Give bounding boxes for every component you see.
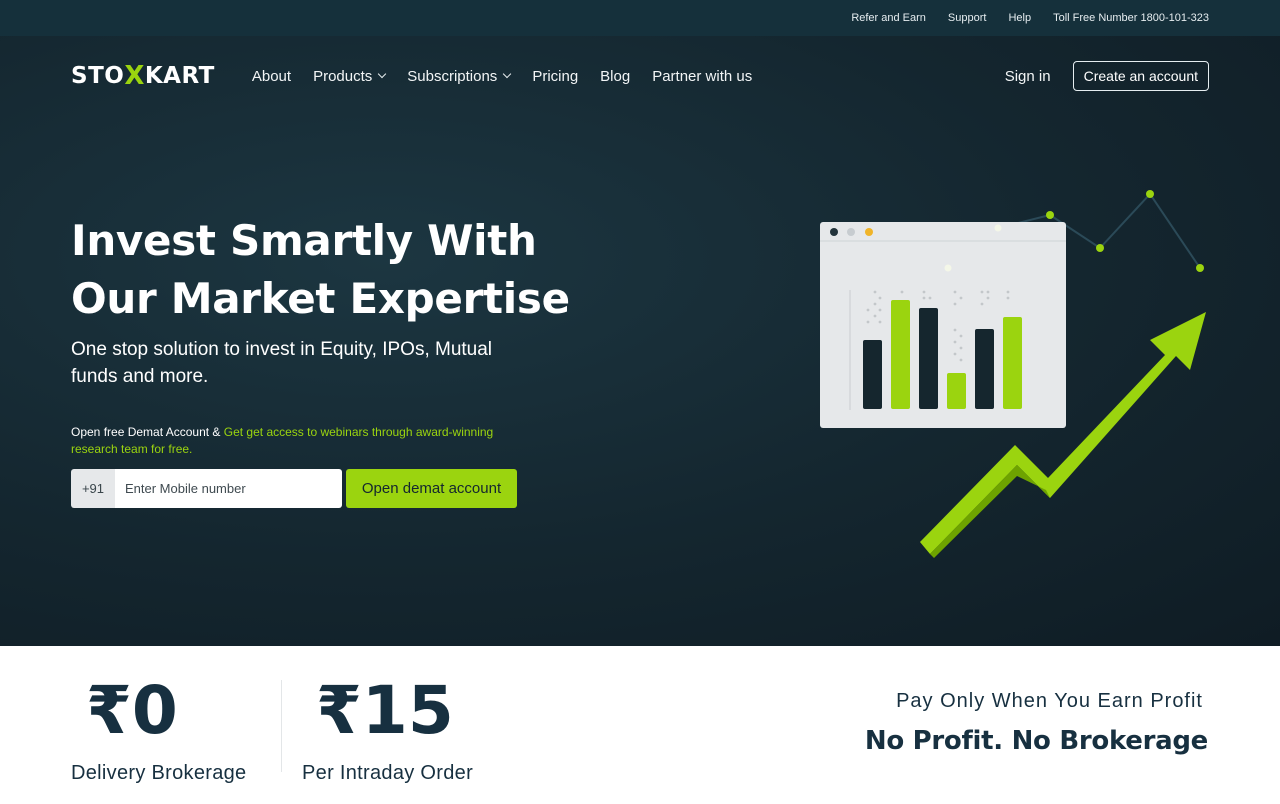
delivery-brokerage-label: Delivery Brokerage: [71, 762, 247, 784]
stoxkart-logo[interactable]: STO X KART: [71, 61, 215, 91]
hero-section: Refer and Earn Support Help Toll Free Nu…: [0, 0, 1280, 646]
hero-headline: Invest Smartly With Our Market Expertise: [71, 212, 591, 328]
delivery-brokerage-value: ₹0: [86, 672, 178, 749]
nav-links: About Products Subscriptions Pricing Blo…: [252, 68, 752, 85]
window-dot-icon: [847, 228, 855, 236]
trend-dot: [1196, 264, 1204, 272]
hero-headline-line-1: Invest Smartly With: [71, 216, 537, 265]
illustration-bar: [919, 308, 938, 409]
country-code: +91: [71, 469, 115, 508]
nav-about-label: About: [251, 67, 292, 85]
nav-pricing-label: Pricing: [532, 67, 579, 85]
main-navigation: STO X KART About Products Subscriptions Pr…: [0, 36, 1280, 116]
trend-dot: [944, 264, 952, 272]
nav-products[interactable]: Products: [313, 67, 387, 85]
support-link[interactable]: Support: [948, 12, 987, 24]
help-link[interactable]: Help: [1008, 12, 1031, 24]
trend-dot: [1046, 211, 1054, 219]
stats-divider: [281, 680, 282, 772]
mobile-number-input[interactable]: [115, 469, 342, 508]
logo-text-end: KART: [144, 63, 215, 89]
logo-x-mark: X: [124, 61, 145, 91]
trend-dot: [1096, 244, 1104, 252]
logo-text-start: STO: [71, 63, 125, 89]
sign-in-link[interactable]: Sign in: [1005, 68, 1051, 85]
nav-partner[interactable]: Partner with us: [652, 68, 752, 85]
nav-blog-label: Blog: [600, 67, 631, 85]
illustration-bar: [891, 300, 910, 409]
demat-signup-form: +91 Open demat account: [71, 469, 517, 508]
nav-subscriptions[interactable]: Subscriptions: [407, 67, 512, 85]
illustration-bar: [947, 373, 966, 409]
pricing-stats-section: ₹0 Delivery Brokerage ₹15 Per Intraday O…: [0, 646, 1280, 804]
illustration-bar: [863, 340, 882, 409]
intraday-order-label: Per Intraday Order: [302, 762, 474, 784]
nav-account-actions: Sign in Create an account: [1005, 61, 1209, 91]
trend-dot: [1146, 190, 1154, 198]
chart-window: [820, 222, 1066, 428]
nav-blog[interactable]: Blog: [600, 68, 630, 85]
trend-dot: [994, 224, 1002, 232]
no-profit-headline: No Profit. No Brokerage: [864, 726, 1208, 756]
open-demat-account-button[interactable]: Open demat account: [346, 469, 517, 508]
illustration-bar: [975, 329, 994, 409]
chevron-down-icon: [503, 69, 512, 79]
create-account-button[interactable]: Create an account: [1072, 61, 1209, 91]
chevron-down-icon: [378, 69, 387, 79]
nav-about[interactable]: About: [252, 68, 291, 85]
refer-and-earn-link[interactable]: Refer and Earn: [851, 12, 926, 24]
promo-plain-text: Open free Demat Account &: [71, 425, 224, 439]
nav-partner-label: Partner with us: [652, 67, 753, 85]
nav-pricing[interactable]: Pricing: [532, 68, 578, 85]
hero-subline: One stop solution to invest in Equity, I…: [71, 339, 493, 387]
intraday-order-value: ₹15: [316, 672, 454, 749]
hero-headline-line-2: Our Market Expertise: [71, 274, 570, 323]
nav-subscriptions-label: Subscriptions: [407, 67, 498, 85]
window-dot-icon: [830, 228, 838, 236]
hero-promo-text: Open free Demat Account & Get get access…: [71, 424, 511, 458]
top-utility-bar: Refer and Earn Support Help Toll Free Nu…: [0, 0, 1280, 36]
profit-tagline: Pay Only When You Earn Profit: [896, 690, 1203, 712]
toll-free-number[interactable]: Toll Free Number 1800-101-323: [1053, 12, 1209, 24]
window-dot-icon: [865, 228, 873, 236]
illustration-bar: [1003, 317, 1022, 409]
growth-chart-illustration: [820, 190, 1206, 558]
nav-products-label: Products: [313, 67, 373, 85]
